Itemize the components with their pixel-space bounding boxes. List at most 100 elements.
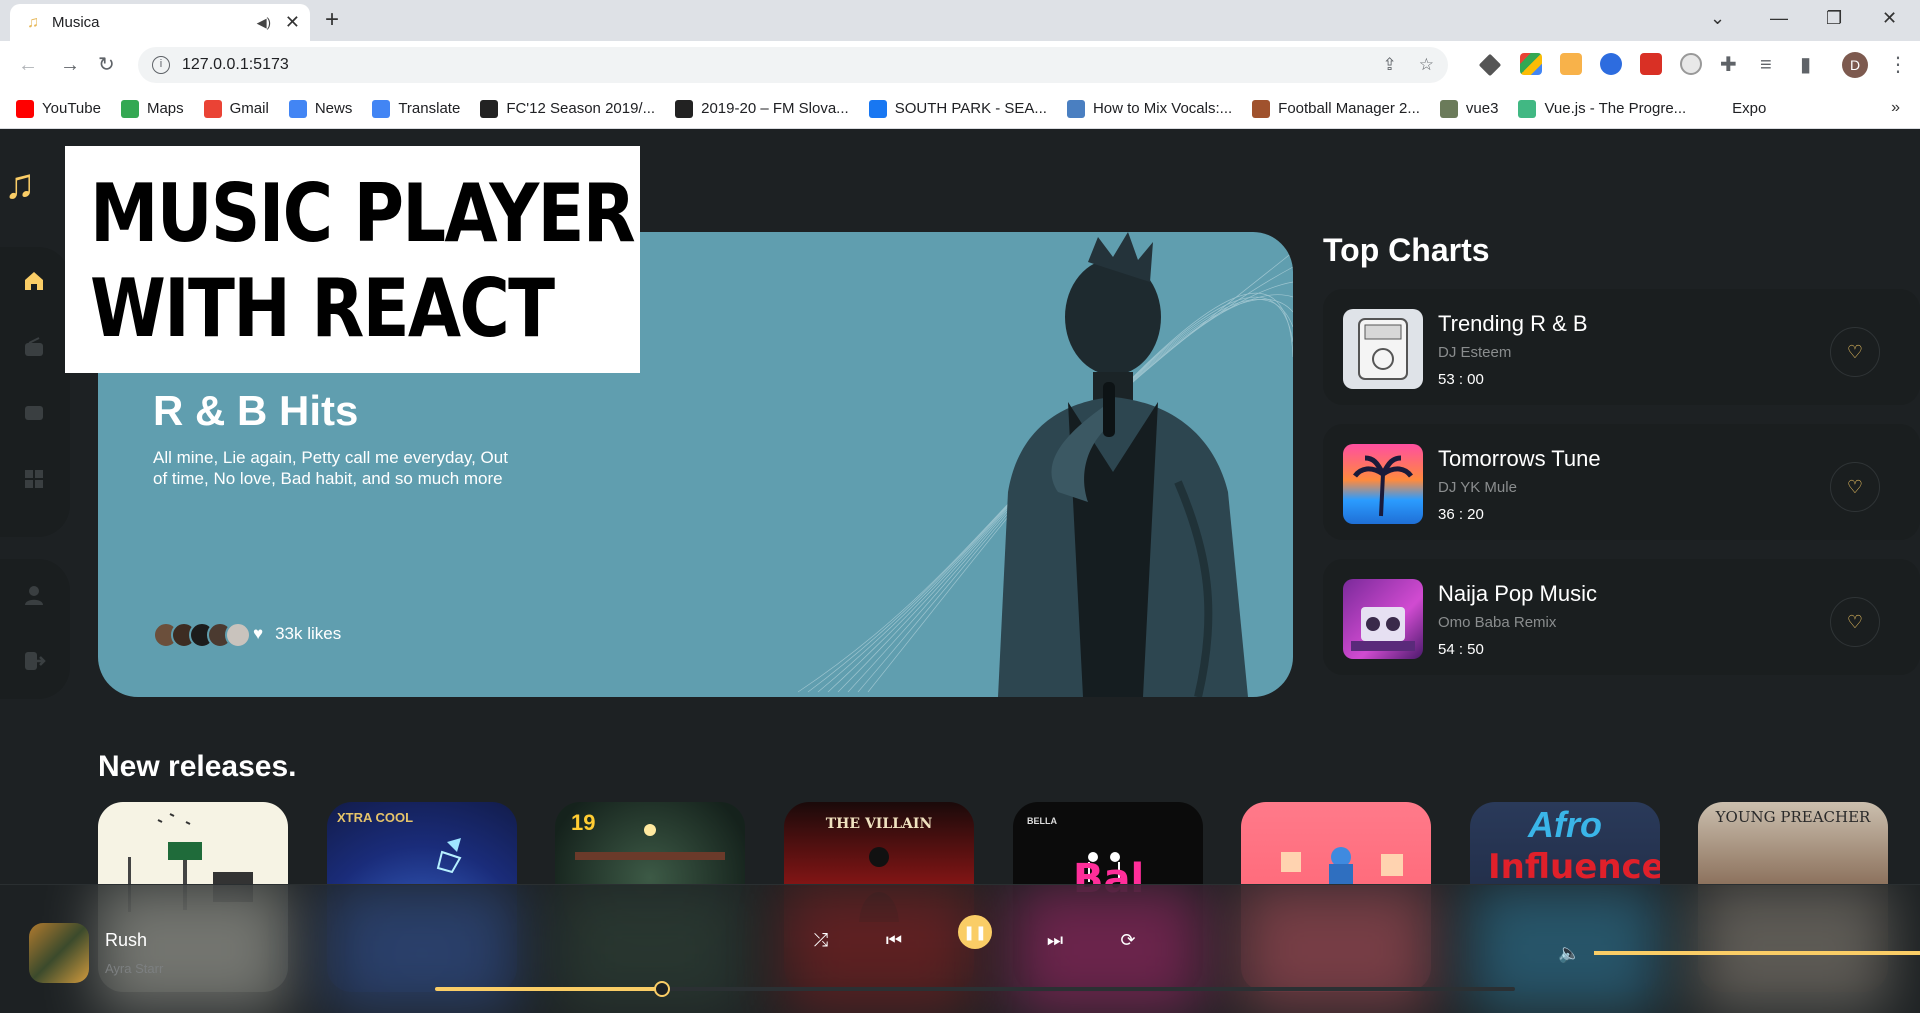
- bookmark-star-icon[interactable]: ☆: [1419, 55, 1434, 75]
- url-text[interactable]: 127.0.0.1:5173: [182, 56, 289, 74]
- restore-button[interactable]: ❐: [1826, 8, 1842, 29]
- chrome-menu-icon[interactable]: ⋮: [1888, 53, 1908, 77]
- bookmark-label: FC'12 Season 2019/...: [506, 100, 656, 117]
- grey-extension-icon[interactable]: [1680, 53, 1702, 75]
- bookmark-item[interactable]: Expo: [1706, 99, 1767, 118]
- likes-label: 33k likes: [275, 624, 342, 643]
- volume-slider[interactable]: [1594, 951, 1920, 955]
- repeat-icon[interactable]: ⟳: [1116, 929, 1140, 951]
- bookmark-item[interactable]: How to Mix Vocals:...: [1066, 99, 1233, 118]
- heart-outline-icon[interactable]: ♡: [1830, 597, 1880, 647]
- site-info-icon[interactable]: i: [152, 56, 170, 74]
- chart-artist: DJ Esteem: [1438, 344, 1512, 361]
- chart-name: Naija Pop Music: [1438, 581, 1597, 606]
- colorful-extension-icon[interactable]: [1520, 53, 1542, 75]
- bookmark-favicon-icon: [1518, 99, 1537, 118]
- next-icon[interactable]: ⏭: [1043, 929, 1067, 951]
- new-releases-heading: New releases.: [98, 750, 297, 783]
- now-playing-title: Rush: [105, 930, 148, 950]
- blue-extension-icon[interactable]: [1600, 53, 1622, 75]
- forward-icon[interactable]: →: [60, 53, 80, 77]
- bookmark-item[interactable]: Gmail: [203, 99, 269, 118]
- bookmark-item[interactable]: Vue.js - The Progre...: [1518, 99, 1686, 118]
- hero-title: R & B Hits: [153, 387, 359, 434]
- profile-avatar[interactable]: D: [1842, 52, 1868, 78]
- radio-icon[interactable]: [22, 335, 46, 359]
- shuffle-icon[interactable]: ⤮: [809, 929, 833, 951]
- sidebar-nav: [0, 247, 70, 537]
- blur-decoration: [1698, 885, 1888, 1013]
- close-tab-icon[interactable]: ✕: [285, 12, 300, 33]
- window-close-button[interactable]: ✕: [1882, 8, 1897, 29]
- chart-card[interactable]: Trending R & B DJ Esteem 53 : 00 ♡: [1323, 289, 1920, 405]
- orange-extension-icon[interactable]: [1560, 53, 1582, 75]
- share-icon[interactable]: ⇪: [1383, 55, 1397, 75]
- musica-logo-icon[interactable]: ♫: [4, 163, 36, 205]
- bookmark-label: 2019-20 – FM Slova...: [701, 100, 849, 117]
- bookmark-favicon-icon: [120, 99, 139, 118]
- grid-icon[interactable]: [22, 467, 46, 491]
- bookmark-item[interactable]: FC'12 Season 2019/...: [480, 99, 656, 118]
- heart-outline-icon[interactable]: ♡: [1830, 462, 1880, 512]
- bookmark-label: SOUTH PARK - SEA...: [894, 100, 1047, 117]
- red-extension-icon[interactable]: [1640, 53, 1662, 75]
- more-bookmarks-icon[interactable]: »: [1891, 99, 1900, 117]
- bookmark-item[interactable]: Translate: [372, 99, 460, 118]
- bookmark-favicon-icon: [480, 99, 499, 118]
- logout-icon[interactable]: [22, 649, 46, 673]
- progress-bar[interactable]: [435, 981, 1515, 997]
- browser-tab-strip: ♫ Musica ◀) ✕ + ⌄ — ❐ ✕: [0, 0, 1920, 41]
- side-panel-icon[interactable]: ▮: [1800, 53, 1811, 77]
- bookmark-favicon-icon: [372, 99, 391, 118]
- videos-icon[interactable]: [22, 401, 46, 425]
- bookmark-favicon-icon: [675, 99, 694, 118]
- avatar: [225, 622, 251, 648]
- bookmark-item[interactable]: 2019-20 – FM Slova...: [675, 99, 849, 118]
- heart-outline-icon[interactable]: ♡: [1830, 327, 1880, 377]
- chart-artist: DJ YK Mule: [1438, 479, 1517, 496]
- volume-fill: [1594, 951, 1920, 955]
- bookmark-item[interactable]: Maps: [120, 99, 184, 118]
- listener-avatars: [153, 622, 251, 648]
- eyedropper-extension-icon[interactable]: [1478, 53, 1502, 77]
- progress-fill: [435, 987, 662, 991]
- pause-button[interactable]: ❚❚: [958, 915, 992, 949]
- speaker-icon[interactable]: ◀): [257, 15, 271, 31]
- blur-decoration: [555, 885, 745, 1013]
- bookmark-label: How to Mix Vocals:...: [1092, 100, 1233, 117]
- minimize-button[interactable]: —: [1770, 8, 1788, 29]
- previous-icon[interactable]: ⏮: [882, 929, 906, 951]
- hero-description: All mine, Lie again, Petty call me every…: [153, 448, 508, 488]
- bookmark-item[interactable]: SOUTH PARK - SEA...: [868, 99, 1047, 118]
- bookmark-favicon-icon: [868, 99, 887, 118]
- reload-icon[interactable]: ↻: [98, 53, 115, 77]
- bookmark-label: Expo: [1732, 100, 1767, 117]
- browser-tab[interactable]: ♫ Musica ◀) ✕: [10, 4, 310, 41]
- volume-icon[interactable]: 🔈: [1558, 943, 1580, 964]
- overlay-line-1: MUSIC PLAYER: [90, 167, 636, 260]
- now-playing-cover[interactable]: [29, 923, 89, 983]
- new-tab-button[interactable]: +: [325, 8, 339, 32]
- chart-cover: [1343, 444, 1423, 524]
- extensions-puzzle-icon[interactable]: ✚: [1720, 53, 1737, 77]
- progress-handle[interactable]: [653, 981, 670, 997]
- reading-list-icon[interactable]: ≡: [1760, 53, 1772, 77]
- profile-icon[interactable]: [22, 583, 46, 607]
- bookmark-item[interactable]: vue3: [1439, 99, 1498, 118]
- bookmark-item[interactable]: Football Manager 2...: [1252, 99, 1420, 118]
- chart-card[interactable]: Naija Pop Music Omo Baba Remix 54 : 50 ♡: [1323, 559, 1920, 675]
- blur-decoration: [1241, 885, 1431, 1013]
- singer-photo: [998, 232, 1248, 697]
- home-icon[interactable]: [22, 269, 46, 293]
- tab-search-icon[interactable]: ⌄: [1710, 8, 1725, 29]
- bookmark-item[interactable]: YouTube: [16, 99, 101, 118]
- bookmark-favicon-icon: [1439, 99, 1458, 118]
- bookmark-item[interactable]: News: [288, 99, 352, 118]
- bookmark-label: YouTube: [42, 100, 101, 117]
- browser-toolbar: ← → ↻ i 127.0.0.1:5173 ⇪ ☆ ✚ ≡ ▮ ⋮: [0, 41, 1920, 89]
- chart-card[interactable]: Tomorrows Tune DJ YK Mule 36 : 20 ♡: [1323, 424, 1920, 540]
- address-bar[interactable]: i 127.0.0.1:5173 ⇪ ☆: [138, 47, 1448, 83]
- bookmark-favicon-icon: [1252, 99, 1271, 118]
- back-icon[interactable]: ←: [18, 53, 38, 77]
- overlay-line-2: WITH REACT: [90, 262, 555, 355]
